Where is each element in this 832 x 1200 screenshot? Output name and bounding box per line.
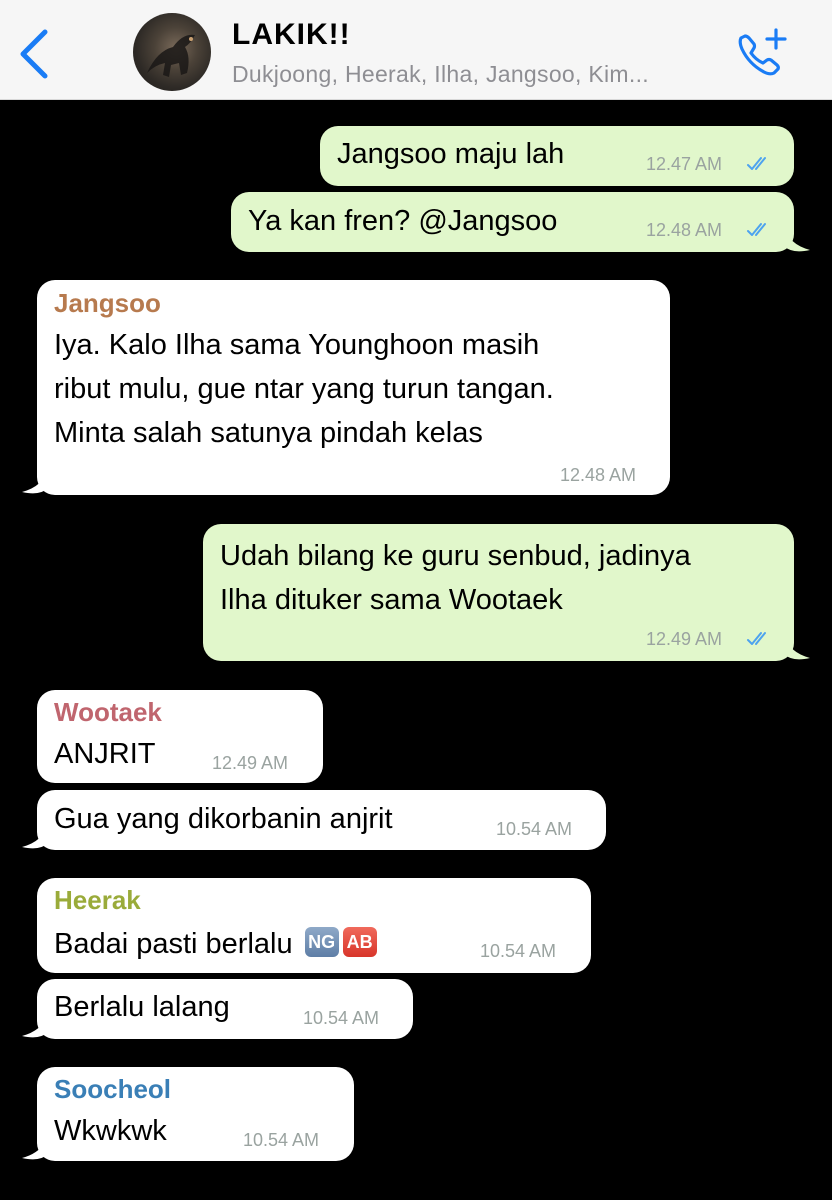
message-text-line: Ilha dituker sama Wootaek (220, 584, 563, 616)
bubble-tail (784, 634, 810, 660)
incoming-message-bubble[interactable]: Berlalu lalang 10.54 AM (37, 979, 413, 1039)
sender-name: Heerak (54, 885, 141, 915)
bubble-tail (22, 468, 48, 494)
phone-plus-icon (738, 28, 787, 76)
group-avatar[interactable] (133, 13, 211, 91)
outgoing-message-bubble[interactable]: Jangsoo maju lah 12.47 AM (320, 126, 794, 186)
message-time: 10.54 AM (496, 819, 573, 839)
sender-name: Soocheol (54, 1074, 172, 1104)
bubble-tail (22, 1134, 48, 1160)
back-button[interactable] (14, 28, 54, 80)
message-text: Jangsoo maju lah (337, 138, 565, 170)
sender-name: Jangsoo (54, 288, 161, 318)
message-text: Berlalu lalang (54, 991, 230, 1023)
message-time: 12.49 AM (212, 753, 289, 773)
add-call-button[interactable] (732, 26, 792, 80)
incoming-message-bubble[interactable]: Jangsoo Iya. Kalo Ilha sama Younghoon ma… (37, 280, 670, 495)
message-text: Ya kan fren? @Jangsoo (248, 205, 558, 237)
read-receipt-icon (747, 223, 766, 236)
message-text: Gua yang dikorbanin anjrit (54, 803, 393, 835)
outgoing-message-bubble[interactable]: Ya kan fren? @Jangsoo 12.48 AM (231, 192, 794, 252)
ng-button-emoji-icon: NG (304, 927, 339, 958)
bubble-tail (22, 1012, 48, 1038)
message-text: ANJRIT (54, 738, 156, 770)
message-time: 12.48 AM (560, 465, 637, 485)
incoming-message-bubble[interactable]: Wootaek ANJRIT 12.49 AM (37, 690, 323, 783)
bubble-tail (784, 226, 810, 252)
message-text-with-emoji: Badai pasti berlalu NG AB (54, 922, 377, 966)
incoming-message-bubble[interactable]: Soocheol Wkwkwk 10.54 AM (37, 1067, 354, 1161)
chat-header: LAKIK!! Dukjoong, Heerak, Ilha, Jangsoo,… (0, 0, 832, 100)
incoming-message-bubble[interactable]: Heerak Badai pasti berlalu NG AB 10.54 AM (37, 878, 591, 973)
message-time: 10.54 AM (243, 1130, 320, 1150)
message-text-line: ribut mulu, gue ntar yang turun tangan. (54, 373, 554, 405)
dinosaur-image-icon (147, 34, 195, 77)
read-receipt-icon (747, 632, 766, 645)
message-text-line: Udah bilang ke guru senbud, jadinya (220, 540, 691, 572)
message-text-line: Iya. Kalo Ilha sama Younghoon masih (54, 329, 540, 361)
message-time: 10.54 AM (480, 941, 557, 961)
ab-button-emoji-icon: AB (342, 927, 377, 958)
message-time: 12.48 AM (646, 220, 723, 240)
message-text: Wkwkwk (54, 1115, 167, 1147)
group-title[interactable]: LAKIK!! (232, 18, 351, 52)
message-text-line: Minta salah satunya pindah kelas (54, 417, 483, 449)
message-time: 10.54 AM (303, 1008, 380, 1028)
bubble-tail (22, 823, 48, 849)
outgoing-message-bubble[interactable]: Udah bilang ke guru senbud, jadinya Ilha… (203, 524, 794, 661)
group-members[interactable]: Dukjoong, Heerak, Ilha, Jangsoo, Kim... (232, 61, 732, 88)
chevron-left-icon (20, 29, 48, 79)
chat-screen: LAKIK!! Dukjoong, Heerak, Ilha, Jangsoo,… (0, 0, 832, 1200)
read-receipt-icon (747, 157, 766, 170)
message-time: 12.49 AM (646, 629, 723, 649)
message-text: Badai pasti berlalu (54, 928, 293, 960)
message-time: 12.47 AM (646, 154, 723, 174)
incoming-message-bubble[interactable]: Gua yang dikorbanin anjrit 10.54 AM (37, 790, 606, 850)
sender-name: Wootaek (54, 697, 162, 727)
